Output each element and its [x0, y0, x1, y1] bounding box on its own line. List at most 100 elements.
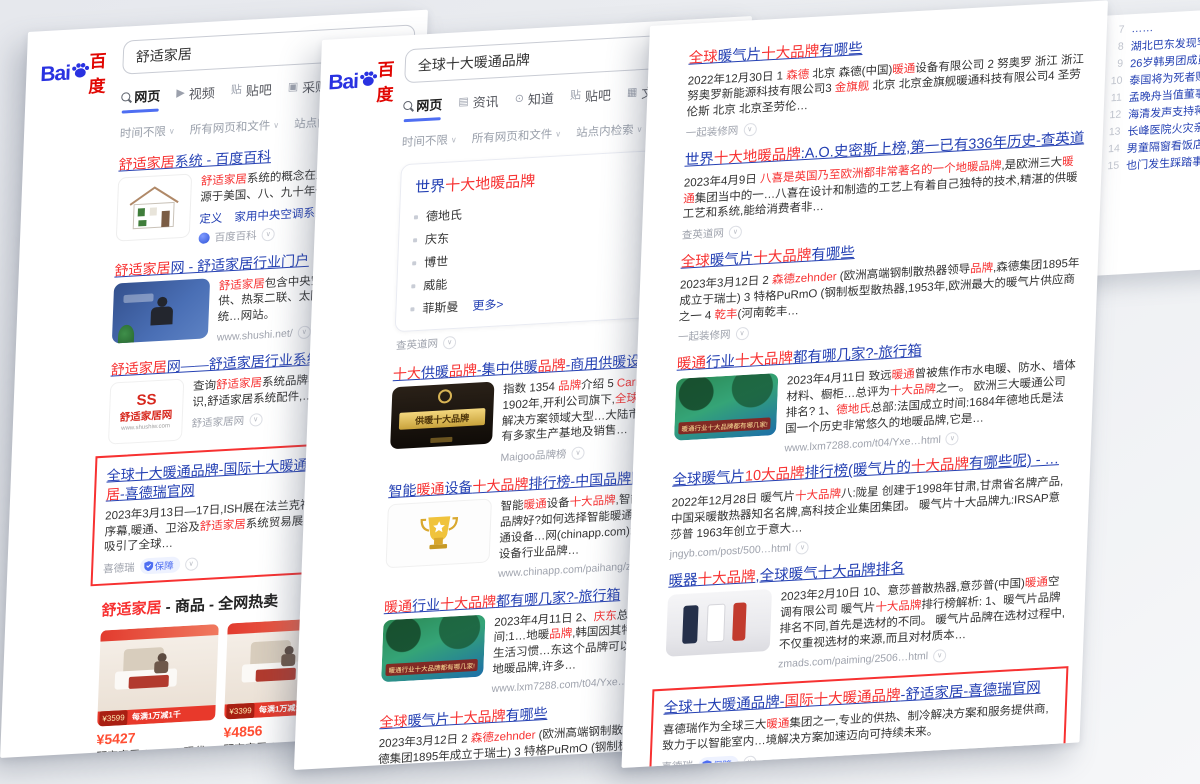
text-segment: 暖气片 [717, 47, 761, 65]
dropdown-icon[interactable]: ∨ [933, 649, 946, 663]
result-source: 舒适家居网 [191, 413, 244, 431]
tab-label: 网页 [416, 94, 443, 114]
dropdown-icon[interactable]: ∨ [946, 432, 959, 446]
chevron-down-icon: ∨ [273, 120, 279, 129]
text-segment: 品牌 [771, 146, 801, 164]
serp-right: 全球暖气片十大品牌有哪些2022年12月30日 1 森德 北京 森德(中国)暖通… [621, 0, 1108, 768]
more-link[interactable]: 更多> [472, 295, 504, 314]
text-segment: 2022年12月30日 1 [688, 70, 787, 88]
text-segment: 智能 [500, 500, 523, 513]
text-segment: 暖通 [766, 718, 789, 731]
image-caption: 暖通行业十大品牌都有哪几家! [385, 658, 478, 675]
search-icon [403, 101, 412, 111]
medal-icon [438, 389, 453, 404]
showroom-thumbnail[interactable] [666, 589, 772, 657]
baike-icon [198, 232, 209, 244]
text-segment: 2023年4月11日 致远 [787, 370, 892, 388]
sub-link[interactable]: 家用中央空调系统 [234, 204, 327, 225]
desktop-stage: 7……8湖北巴东发现罕见瑞兽926岁韩男团成员被发现身亡10泰国将为死者赔付15… [0, 0, 1200, 784]
text-segment: 排行榜(暖气片的 [804, 460, 911, 482]
result-snippet: 2023年2月10日 10、意莎普散热器,意莎普(中国)暖通空调有限公司 暖气片… [779, 575, 1068, 654]
text-segment: 十大地暖 [445, 174, 506, 194]
lake-thumbnail[interactable]: 暖通行业十大品牌都有哪几家! [674, 373, 778, 441]
tab-search[interactable]: 网页 [121, 85, 161, 113]
text-segment: 全球 [379, 713, 408, 731]
text-segment: 品牌 [537, 357, 566, 375]
result-url: www.lxm7288.com/t04/Yxe…html [784, 434, 941, 455]
bullet-icon [411, 284, 415, 288]
dropdown-icon[interactable]: ∨ [571, 447, 584, 461]
tab-search[interactable]: 网页 [403, 94, 443, 122]
text-segment: 十大 [393, 365, 422, 383]
radiator-red [732, 602, 746, 641]
trophy-thumbnail[interactable] [386, 499, 492, 569]
text-segment: 2023年4月9日 [684, 173, 761, 189]
tab-play[interactable]: ▶视频 [176, 82, 215, 110]
dropdown-icon[interactable]: ∨ [796, 541, 809, 555]
text-segment: 暖通 [891, 368, 914, 381]
text-segment: 暖通 [1025, 577, 1048, 590]
lake-thumbnail[interactable]: 暖通行业十大品牌都有哪几家! [381, 614, 485, 682]
text-segment: 森德 [786, 69, 809, 82]
dropdown-icon[interactable]: ∨ [249, 413, 262, 427]
logoss-thumbnail[interactable]: SS舒适家居网www.shushiw.com [108, 378, 184, 444]
dropdown-icon[interactable]: ∨ [735, 327, 748, 341]
search-result: 全球暖气片10大品牌排行榜(暖气片的十大品牌有哪些呢) - …2022年12月2… [669, 450, 1072, 562]
text-segment: 世界 [415, 178, 446, 197]
hot-rank: 12 [1106, 108, 1121, 121]
tab-know[interactable]: ⊙知道 [514, 88, 554, 116]
filter-1[interactable]: 所有网页和文件∨ [189, 117, 279, 138]
tab-tieba[interactable]: 贴贴吧 [569, 85, 611, 113]
tab-news[interactable]: ▤资讯 [458, 91, 499, 119]
hot-rank: 9 [1108, 57, 1123, 70]
product-card[interactable]: 每满1万减1千¥3599¥5427顾家家居 (KUKA) 现代简约皮感科技…京东 [94, 624, 218, 758]
result-url: jngyb.com/post/500…html [669, 542, 791, 561]
filter-1[interactable]: 所有网页和文件∨ [471, 125, 561, 146]
text-segment: 2023年3月12日 2 [379, 733, 472, 750]
text-segment: 舒适家居 [219, 278, 265, 293]
text-segment: 行业 [412, 596, 441, 614]
text-segment: 暖通 [416, 481, 445, 499]
dropdown-icon[interactable]: ∨ [743, 756, 756, 768]
text-segment: 德地氏 [836, 403, 871, 417]
filter-2[interactable]: 站点内检索∨ [576, 121, 643, 141]
baidu-logo[interactable]: Bai百度 [327, 50, 395, 109]
baidu-logo-bai: Bai [328, 70, 359, 96]
tab-label: 资讯 [472, 91, 499, 111]
tab-tieba[interactable]: 贴贴吧 [230, 79, 272, 107]
verified-badge: 保障 [698, 755, 739, 768]
result-source: 查英道网 [682, 226, 725, 243]
dropdown-icon[interactable]: ∨ [443, 336, 456, 350]
text-segment: 暖通 [384, 597, 413, 615]
video-thumbnail[interactable] [112, 278, 210, 343]
dropdown-icon[interactable]: ∨ [184, 557, 197, 571]
text-segment: 暖通 [523, 499, 546, 512]
house-thumbnail[interactable] [116, 173, 192, 241]
result-source: Maigoo品牌榜 [500, 447, 567, 466]
image-caption: 暖通行业十大品牌都有哪几家! [678, 417, 771, 434]
goldbadge-thumbnail[interactable]: 供暖十大品牌 [390, 381, 494, 449]
text-segment: 介绍 5 [581, 378, 617, 392]
dropdown-icon[interactable]: ∨ [261, 227, 274, 241]
text-segment: 舒适家居 [201, 173, 247, 188]
result-source: 一起装修网 [685, 123, 738, 141]
text-segment: 十大品牌 [795, 488, 841, 503]
text-segment: 全球 [688, 49, 718, 67]
dropdown-icon[interactable]: ∨ [297, 326, 310, 340]
person-body [154, 661, 168, 674]
baidu-logo[interactable]: Bai百度 [39, 41, 113, 100]
dropdown-icon[interactable]: ∨ [729, 226, 742, 240]
dropdown-icon[interactable]: ∨ [743, 123, 756, 137]
result-source: 喜德瑞 [103, 560, 135, 577]
filter-0[interactable]: 时间不限∨ [402, 131, 457, 150]
text-segment: 有哪些呢) - … [969, 452, 1060, 473]
price-tag: ¥3399 [226, 703, 255, 720]
chevron-down-icon: ∨ [169, 126, 175, 135]
news-icon: ▤ [458, 97, 469, 109]
sub-link[interactable]: 定义 [199, 209, 223, 226]
baidu-logo-cn: 百度 [88, 46, 113, 97]
result-source: 一起装修网 [678, 327, 731, 345]
bed-blanket [255, 668, 295, 682]
filter-0[interactable]: 时间不限∨ [120, 123, 175, 142]
person-body [150, 306, 173, 325]
